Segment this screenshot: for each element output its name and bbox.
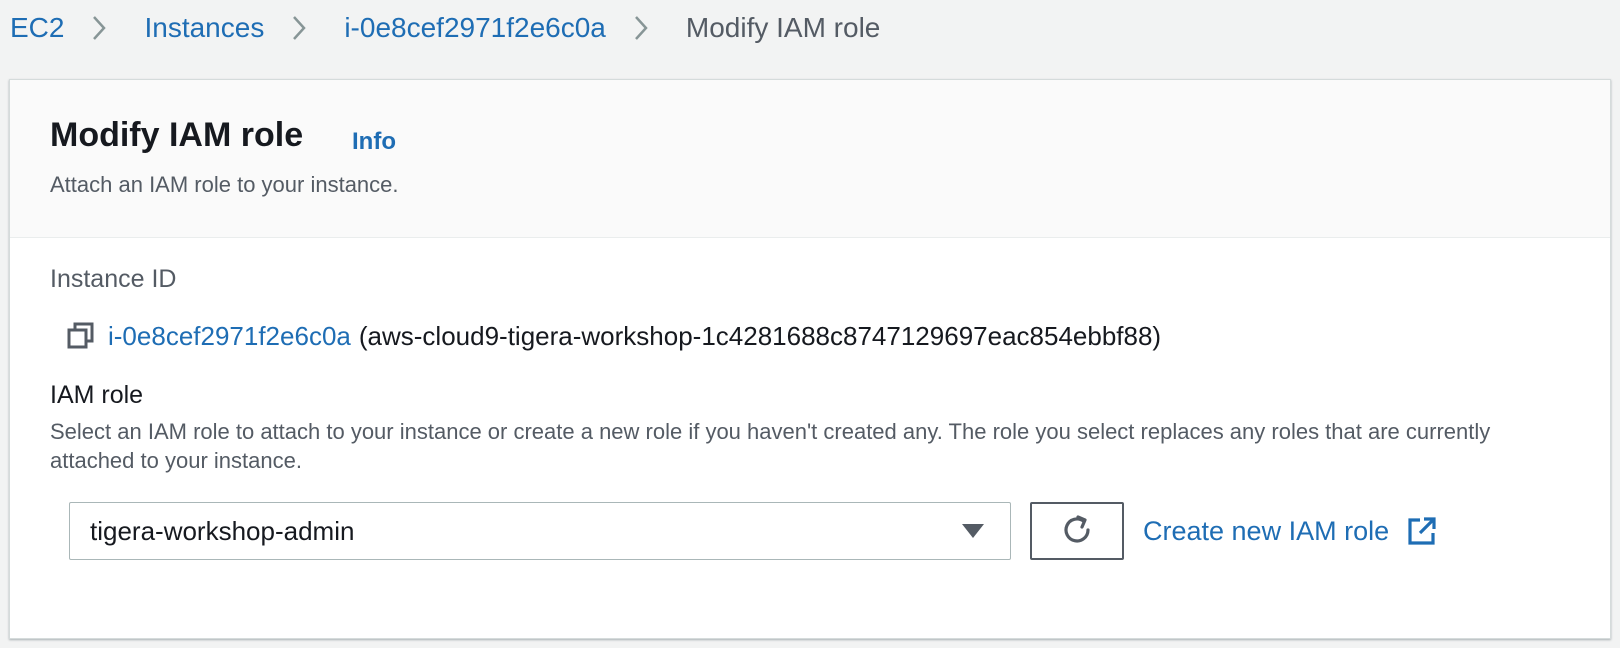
- iam-role-select[interactable]: tigera-workshop-admin: [69, 502, 1011, 560]
- iam-role-selected-value: tigera-workshop-admin: [90, 515, 355, 546]
- chevron-right-icon: [86, 10, 112, 46]
- panel-header: Modify IAM role Info Attach an IAM role …: [10, 80, 1610, 238]
- refresh-icon: [1059, 512, 1095, 551]
- breadcrumb-instance-link[interactable]: i-0e8cef2971f2e6c0a: [344, 12, 606, 44]
- iam-role-label: IAM role: [50, 381, 144, 409]
- instance-id-label: Instance ID: [50, 265, 177, 293]
- chevron-right-icon: [286, 10, 312, 46]
- chevron-right-icon: [628, 10, 654, 46]
- breadcrumb-ec2-link[interactable]: EC2: [10, 12, 64, 44]
- copy-icon[interactable]: [66, 320, 98, 352]
- info-link[interactable]: Info: [352, 128, 396, 156]
- external-link-icon: [1407, 515, 1439, 547]
- breadcrumb-instances-link[interactable]: Instances: [144, 12, 264, 44]
- caret-down-icon: [960, 521, 988, 541]
- create-new-iam-role-link[interactable]: Create new IAM role: [1143, 512, 1439, 550]
- breadcrumb-current: Modify IAM role: [685, 12, 881, 43]
- panel-description: Attach an IAM role to your instance.: [50, 172, 399, 197]
- refresh-button[interactable]: [1030, 502, 1124, 560]
- instance-name: (aws-cloud9-tigera-workshop-1c4281688c87…: [358, 320, 1162, 351]
- modify-iam-role-panel: Modify IAM role Info Attach an IAM role …: [9, 79, 1611, 639]
- page-title: Modify IAM role: [50, 116, 304, 154]
- breadcrumb: EC2 Instances i-0e8cef2971f2e6c0a Modify…: [10, 10, 880, 46]
- iam-role-description: Select an IAM role to attach to your ins…: [50, 419, 1491, 473]
- create-new-iam-role-label: Create new IAM role: [1143, 515, 1390, 546]
- instance-id-link[interactable]: i-0e8cef2971f2e6c0a: [108, 321, 351, 352]
- instance-id-row: i-0e8cef2971f2e6c0a (aws-cloud9-tigera-w…: [66, 318, 1161, 354]
